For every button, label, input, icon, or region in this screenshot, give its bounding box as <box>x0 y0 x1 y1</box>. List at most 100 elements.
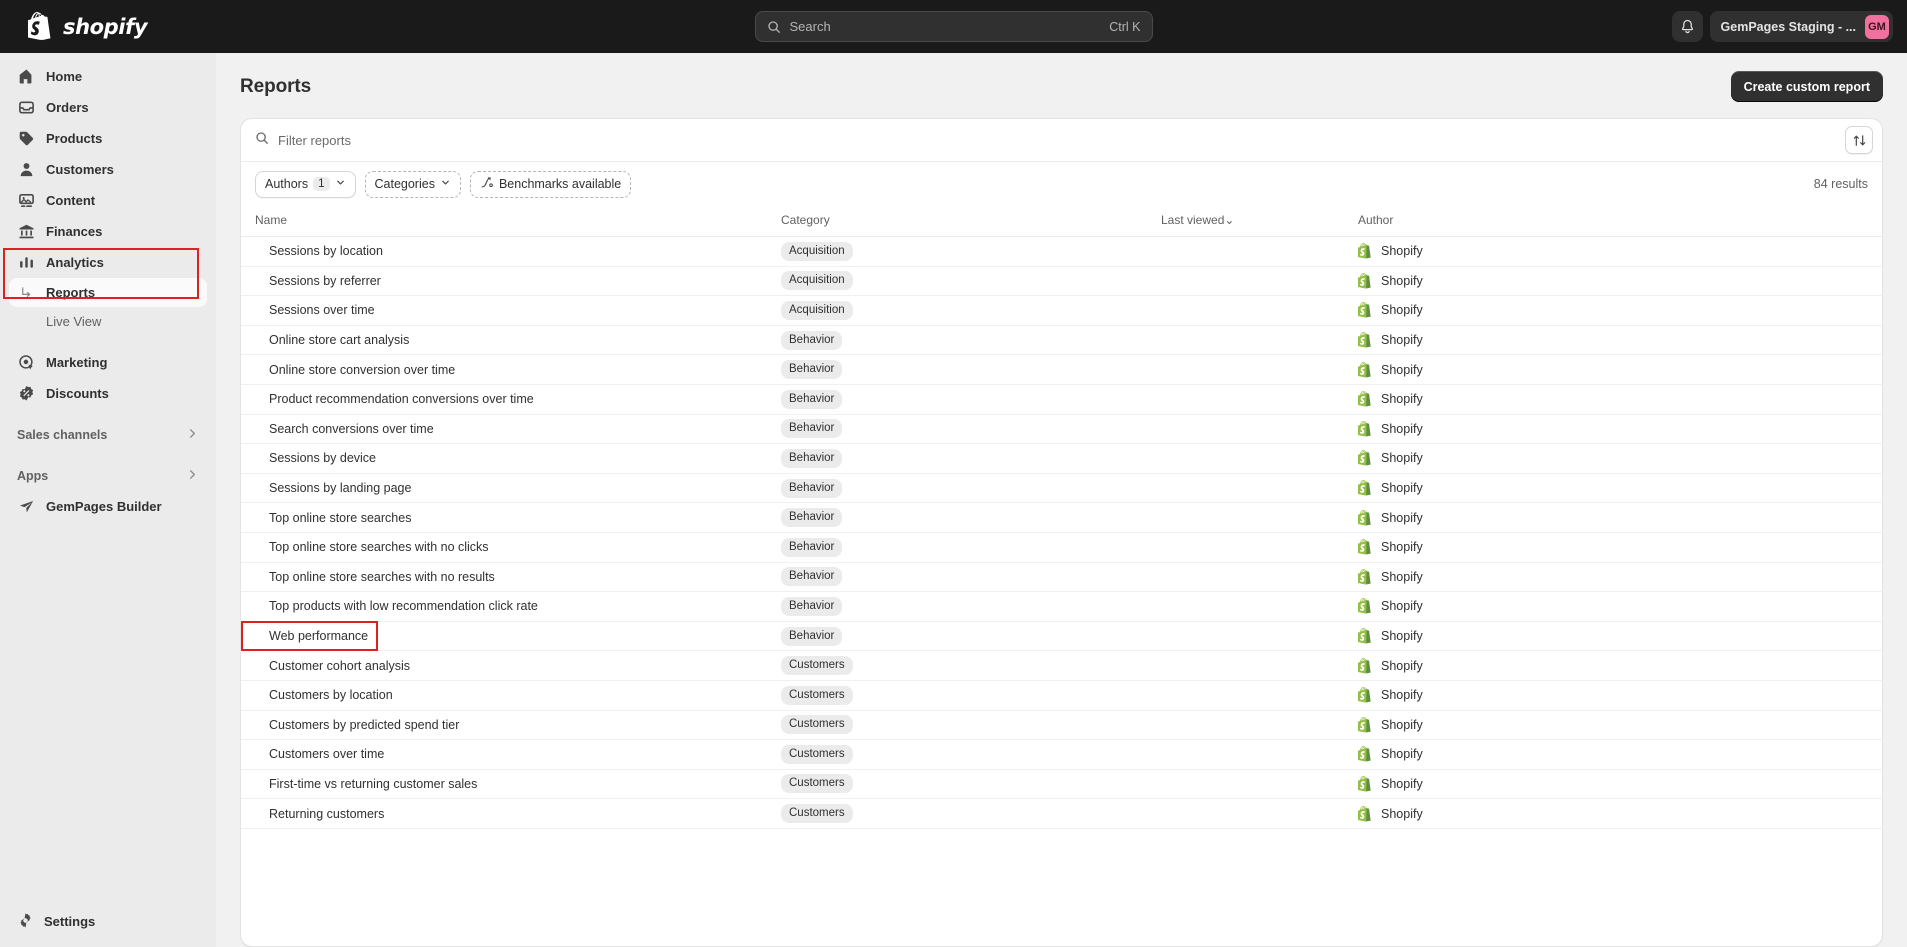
cell-report-name[interactable]: Customer cohort analysis <box>241 650 781 681</box>
cell-report-name[interactable]: Sessions by landing page <box>241 473 781 504</box>
table-row[interactable]: Top online store searches with no result… <box>241 562 1882 593</box>
sidebar-item-content[interactable]: Content <box>9 185 207 216</box>
cell-report-name[interactable]: Product recommendation conversions over … <box>241 384 781 415</box>
sidebar-item-discounts[interactable]: Discounts <box>9 378 207 409</box>
table-row[interactable]: Returning customers Customers Shopify <box>241 798 1882 829</box>
sidebar-item-reports[interactable]: Reports <box>9 278 207 307</box>
table-row[interactable]: Sessions over time Acquisition Shopify <box>241 295 1882 326</box>
table-row[interactable]: Customer cohort analysis Customers Shopify <box>241 650 1882 681</box>
table-row[interactable]: Online store cart analysis Behavior Shopif… <box>241 325 1882 356</box>
cell-report-name[interactable]: Sessions by location <box>241 236 781 267</box>
report-name-link[interactable]: Customer cohort analysis <box>255 659 410 673</box>
filter-reports-input[interactable]: Filter reports <box>255 131 1845 150</box>
report-name-link[interactable]: Top online store searches with no result… <box>255 570 495 584</box>
cell-category: Behavior <box>781 325 1161 356</box>
category-badge: Behavior <box>781 596 843 616</box>
cell-report-name[interactable]: Web performance <box>241 621 781 652</box>
table-row[interactable]: Sessions by referrer Acquisition Shopify <box>241 266 1882 297</box>
report-name-link[interactable]: Customers by location <box>255 688 393 702</box>
cell-last-viewed <box>1161 769 1358 800</box>
sidebar-item-settings[interactable]: Settings <box>9 906 207 937</box>
report-name-link[interactable]: Web performance <box>255 629 368 643</box>
sidebar-item-home[interactable]: Home <box>9 61 207 92</box>
sidebar-item-customers[interactable]: Customers <box>9 154 207 185</box>
cell-report-name[interactable]: Sessions over time <box>241 295 781 326</box>
report-name-link[interactable]: Sessions over time <box>255 303 375 317</box>
column-header-category[interactable]: Category <box>781 206 1161 237</box>
sidebar-item-finances[interactable]: Finances <box>9 216 207 247</box>
column-header-author[interactable]: Author <box>1358 206 1882 237</box>
sidebar-item-marketing[interactable]: Marketing <box>9 347 207 378</box>
cell-report-name[interactable]: Returning customers <box>241 798 781 829</box>
table-row[interactable]: Search conversions over time Behavior Shop… <box>241 414 1882 445</box>
cell-report-name[interactable]: Customers by location <box>241 680 781 711</box>
cell-report-name[interactable]: Top online store searches with no result… <box>241 562 781 593</box>
cell-report-name[interactable]: Search conversions over time <box>241 414 781 445</box>
report-name-link[interactable]: First-time vs returning customer sales <box>255 777 477 791</box>
shopify-logo[interactable]: shopify <box>14 12 148 41</box>
table-row[interactable]: Customers by predicted spend tier Custome… <box>241 710 1882 741</box>
table-row[interactable]: Customers over time Customers Shopify <box>241 739 1882 770</box>
report-name-link[interactable]: Online store cart analysis <box>255 333 409 347</box>
table-row[interactable]: Product recommendation conversions over … <box>241 384 1882 415</box>
global-search[interactable]: Search Ctrl K <box>754 11 1153 42</box>
filter-pill-authors[interactable]: Authors 1 <box>255 170 356 198</box>
sort-button[interactable] <box>1845 126 1873 154</box>
report-name-link[interactable]: Search conversions over time <box>255 422 434 436</box>
sidebar-item-analytics[interactable]: Analytics <box>9 247 207 278</box>
report-name-link[interactable]: Online store conversion over time <box>255 363 455 377</box>
table-row[interactable]: Top online store searches with no clicks… <box>241 532 1882 563</box>
cell-category: Behavior <box>781 562 1161 593</box>
table-row[interactable]: Sessions by location Acquisition Shopify <box>241 236 1882 267</box>
create-custom-report-button[interactable]: Create custom report <box>1730 71 1883 102</box>
report-name-link[interactable]: Sessions by landing page <box>255 481 411 495</box>
table-row[interactable]: Sessions by landing page Behavior Shopify <box>241 473 1882 504</box>
sidebar-item-live-view[interactable]: Live View <box>9 307 207 336</box>
author-name: Shopify <box>1381 717 1423 732</box>
cell-report-name[interactable]: Sessions by referrer <box>241 266 781 297</box>
sidebar-section-sales-channels[interactable]: Sales channels <box>9 420 207 450</box>
report-name-link[interactable]: Returning customers <box>255 807 384 821</box>
cell-report-name[interactable]: Customers by predicted spend tier <box>241 710 781 741</box>
column-header-last-viewed[interactable]: Last viewed⌄ <box>1161 206 1358 237</box>
cell-report-name[interactable]: Customers over time <box>241 739 781 770</box>
table-row[interactable]: Web performance Behavior Shopify <box>241 621 1882 652</box>
sidebar-item-products[interactable]: Products <box>9 123 207 154</box>
column-header-name[interactable]: Name <box>241 206 781 237</box>
search-input[interactable]: Search Ctrl K <box>754 11 1153 42</box>
report-name-link[interactable]: Top products with low recommendation cli… <box>255 599 538 613</box>
filter-pill-benchmarks[interactable]: Benchmarks available <box>469 170 632 198</box>
cell-report-name[interactable]: Sessions by device <box>241 443 781 474</box>
report-name-link[interactable]: Product recommendation conversions over … <box>255 392 534 406</box>
report-name-link[interactable]: Sessions by device <box>255 451 376 465</box>
arrow-subnav-icon <box>17 283 36 302</box>
report-name-link[interactable]: Customers over time <box>255 747 384 761</box>
sidebar-item-gempages-builder[interactable]: GemPages Builder <box>9 491 207 522</box>
sidebar-item-orders[interactable]: Orders <box>9 92 207 123</box>
author: Shopify <box>1358 775 1882 792</box>
report-name-link[interactable]: Customers by predicted spend tier <box>255 718 459 732</box>
store-name: GemPages Staging - ... <box>1720 19 1856 34</box>
cell-report-name[interactable]: Top online store searches with no clicks <box>241 532 781 563</box>
filter-pill-categories[interactable]: Categories <box>364 170 461 198</box>
cell-report-name[interactable]: Top online store searches <box>241 502 781 533</box>
store-switcher[interactable]: GemPages Staging - ... GM <box>1709 11 1893 42</box>
report-name-link[interactable]: Sessions by location <box>255 244 383 258</box>
cell-report-name[interactable]: Online store conversion over time <box>241 354 781 385</box>
notifications-button[interactable] <box>1671 11 1703 42</box>
table-row[interactable]: Sessions by device Behavior Shopify <box>241 443 1882 474</box>
cell-report-name[interactable]: Top products with low recommendation cli… <box>241 591 781 622</box>
table-row[interactable]: Customers by location Customers Shopify <box>241 680 1882 711</box>
report-name-link[interactable]: Top online store searches with no clicks <box>255 540 489 554</box>
sidebar-item-label: Home <box>46 69 83 84</box>
report-name-link[interactable]: Top online store searches <box>255 511 411 525</box>
cell-report-name[interactable]: First-time vs returning customer sales <box>241 769 781 800</box>
report-name-link[interactable]: Sessions by referrer <box>255 274 381 288</box>
table-row[interactable]: Online store conversion over time Behavio… <box>241 354 1882 385</box>
table-row[interactable]: First-time vs returning customer sales Cu… <box>241 769 1882 800</box>
table-row[interactable]: Top online store searches Behavior Shopify <box>241 502 1882 533</box>
sidebar-section-apps[interactable]: Apps <box>9 461 207 491</box>
cell-last-viewed <box>1161 532 1358 563</box>
cell-report-name[interactable]: Online store cart analysis <box>241 325 781 356</box>
table-row[interactable]: Top products with low recommendation cli… <box>241 591 1882 622</box>
